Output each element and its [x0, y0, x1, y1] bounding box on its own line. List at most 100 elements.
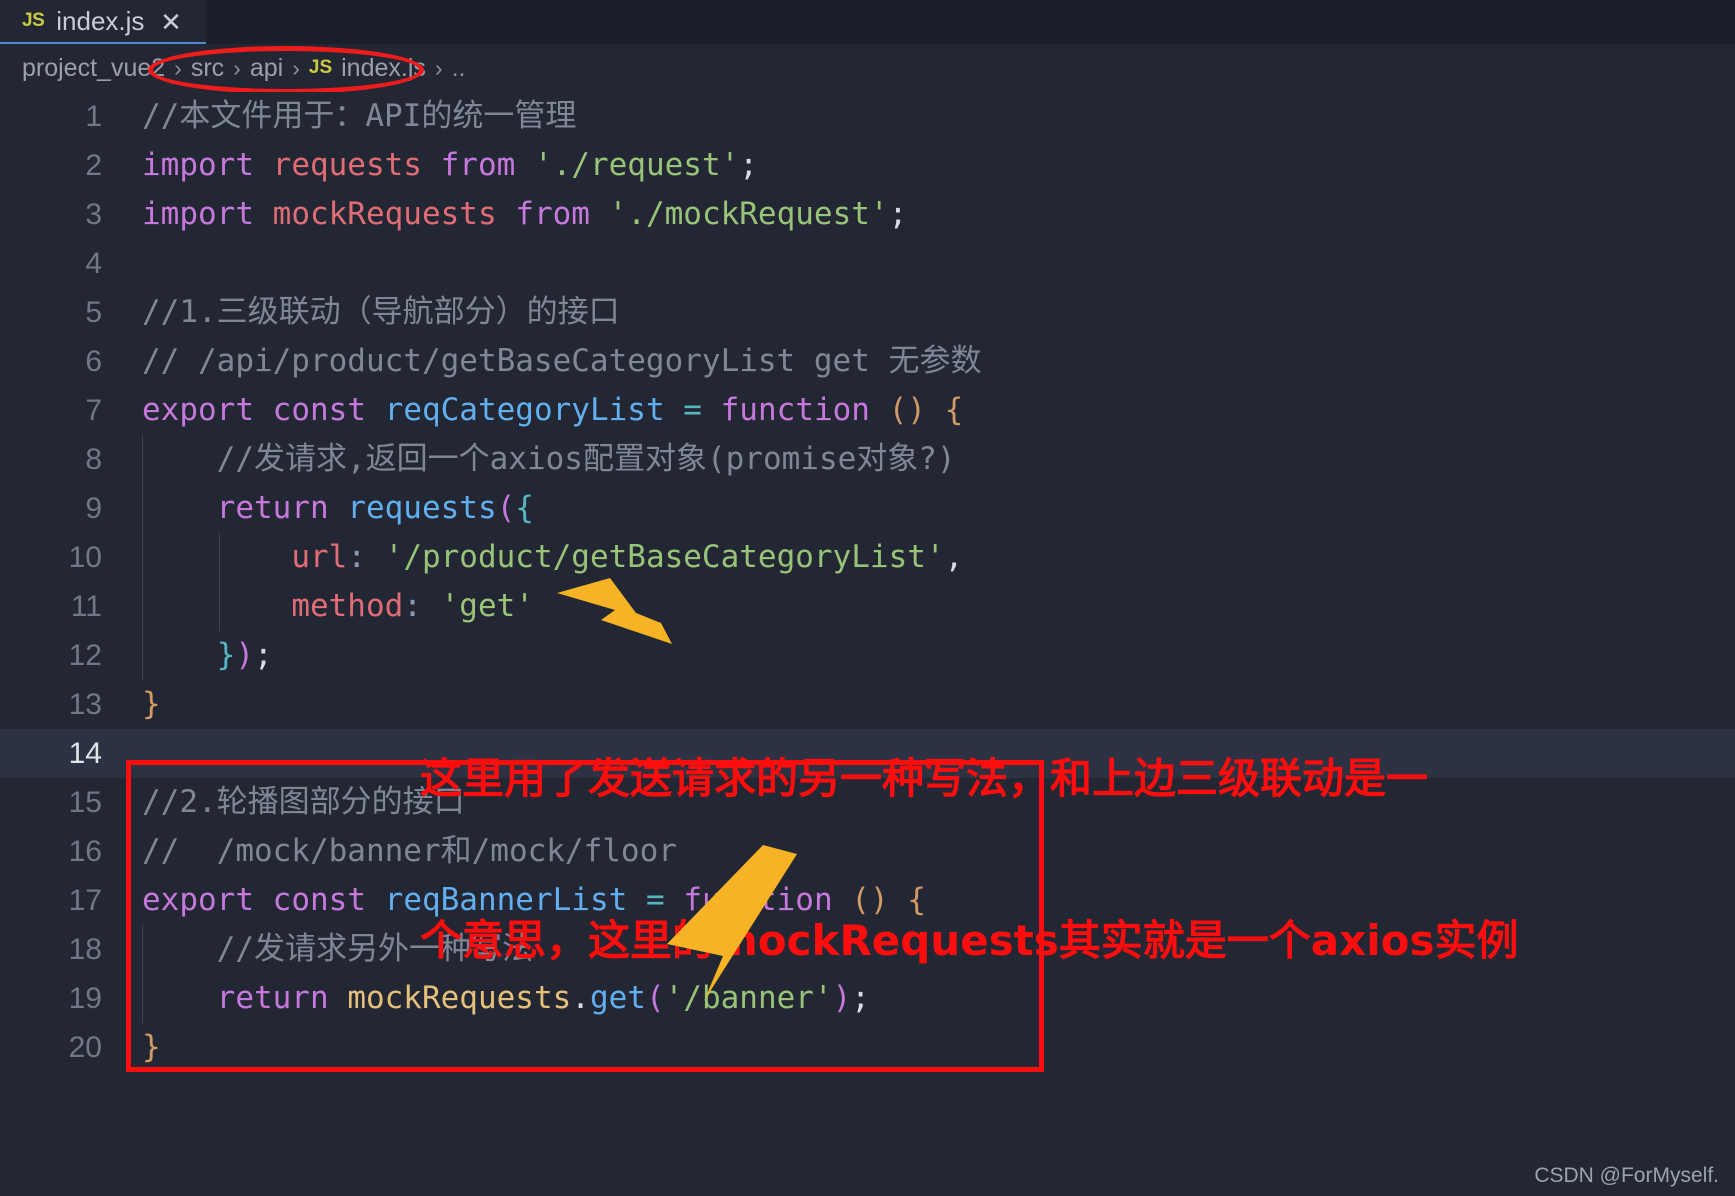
indent-guide: [142, 925, 143, 974]
object-token: mockRequests: [347, 980, 572, 1016]
editor-tab-bar: JS index.js ✕: [0, 0, 1735, 44]
punct-token: (: [645, 980, 665, 1016]
chevron-right-icon: ›: [233, 54, 241, 81]
code-line: 17 export const reqBannerList = function…: [0, 876, 1735, 925]
js-file-icon: JS: [308, 57, 333, 78]
identifier-token: mockRequests: [272, 196, 497, 232]
keyword-token: export: [142, 392, 254, 428]
line-number: 8: [85, 443, 102, 476]
string-token: '/product/getBaseCategoryList': [384, 539, 945, 575]
comment-token: //发请求另外一种写法: [216, 931, 533, 967]
comment-token: //本文件用于：API的统一管理: [142, 98, 577, 134]
comment-token: //2.轮播图部分的接口: [142, 784, 465, 820]
code-line: 19 return mockRequests.get('/banner');: [0, 974, 1735, 1023]
line-content: //1.三级联动（导航部分）的接口: [102, 288, 620, 337]
code-line: 1 //本文件用于：API的统一管理: [0, 92, 1735, 141]
line-number: 18: [68, 933, 102, 966]
line-content: return requests({: [102, 484, 534, 533]
breadcrumb-item-api[interactable]: api: [250, 54, 283, 83]
line-number: 2: [85, 149, 102, 182]
punct-token: ;: [888, 196, 908, 232]
string-token: 'get': [440, 588, 534, 624]
keyword-token: return: [216, 490, 329, 526]
line-content: //发请求另外一种写法: [102, 925, 533, 974]
line-content: //本文件用于：API的统一管理: [102, 92, 576, 141]
property-token: url: [291, 539, 348, 575]
keyword-token: return: [216, 980, 329, 1016]
property-token: method: [291, 588, 404, 624]
indent-guide: [219, 582, 220, 631]
function-name-token: reqCategoryList: [384, 392, 665, 428]
line-number: 14: [68, 737, 102, 770]
punct-token: ): [235, 637, 254, 673]
keyword-token: from: [515, 196, 590, 232]
punct-token: ;: [254, 637, 273, 673]
line-number: 17: [68, 884, 102, 917]
line-content: import requests from './request';: [102, 141, 758, 190]
code-editor[interactable]: 1 //本文件用于：API的统一管理 2 import requests fro…: [0, 92, 1735, 1196]
punct-token: }: [142, 1029, 161, 1065]
punct-token: {: [907, 882, 926, 918]
indent-guide: [142, 974, 143, 1023]
keyword-token: import: [142, 147, 254, 183]
line-number: 10: [68, 541, 102, 574]
code-line: 7 export const reqCategoryList = functio…: [0, 386, 1735, 435]
editor-tab-index-js[interactable]: JS index.js ✕: [0, 0, 206, 44]
code-line: 5 //1.三级联动（导航部分）的接口: [0, 288, 1735, 337]
comment-token: //1.三级联动（导航部分）的接口: [142, 294, 620, 330]
close-icon[interactable]: ✕: [158, 9, 184, 35]
indent-guide: [142, 484, 143, 533]
watermark: CSDN @ForMyself.: [1534, 1164, 1719, 1187]
indent-guide: [142, 435, 143, 484]
line-content: url: '/product/getBaseCategoryList',: [102, 533, 963, 582]
line-content: method: 'get': [102, 582, 534, 631]
keyword-token: function: [683, 882, 833, 918]
code-line: 6 // /api/product/getBaseCategoryList ge…: [0, 337, 1735, 386]
code-line: 18 //发请求另外一种写法: [0, 925, 1735, 974]
line-number: 15: [68, 786, 102, 819]
comment-token: //发请求,返回一个axios配置对象(promise对象?): [216, 441, 956, 477]
punct-token: ,: [944, 539, 964, 575]
line-content: return mockRequests.get('/banner');: [102, 974, 870, 1023]
punct-token: ;: [739, 147, 758, 183]
vscode-editor-window: JS index.js ✕ project_vue2 › src › api ›…: [0, 0, 1735, 1196]
operator-token: =: [683, 392, 702, 428]
punct-token: ;: [851, 980, 870, 1016]
code-line: 9 return requests({: [0, 484, 1735, 533]
line-number: 4: [85, 247, 102, 280]
keyword-token: export: [142, 882, 254, 918]
line-number: 16: [68, 835, 102, 868]
punct-token: .: [571, 980, 590, 1016]
line-content: // /api/product/getBaseCategoryList get …: [102, 337, 982, 386]
indent-guide: [142, 631, 143, 680]
comment-token: // /mock/banner和/mock/floor: [142, 833, 677, 869]
code-line: 13 }: [0, 680, 1735, 729]
punct-token: }: [216, 637, 236, 673]
js-file-icon: JS: [22, 10, 45, 31]
breadcrumb-overflow[interactable]: ..: [452, 54, 466, 83]
breadcrumb-item-project[interactable]: project_vue2: [22, 54, 165, 83]
line-content: // /mock/banner和/mock/floor: [102, 827, 677, 876]
punct-token: {: [944, 392, 964, 428]
code-line: 4: [0, 239, 1735, 288]
method-token: get: [589, 980, 646, 1016]
keyword-token: from: [440, 147, 516, 183]
chevron-right-icon: ›: [434, 54, 443, 81]
tab-title: index.js: [56, 5, 145, 36]
chevron-right-icon: ›: [292, 54, 300, 81]
line-number: 13: [68, 688, 102, 721]
breadcrumb-item-src[interactable]: src: [191, 54, 224, 83]
punct-token: :: [403, 588, 422, 624]
code-line: 3 import mockRequests from './mockReques…: [0, 190, 1735, 239]
code-line: 12 });: [0, 631, 1735, 680]
breadcrumb: project_vue2 › src › api › JS index.js ›…: [0, 44, 1735, 92]
indent-guide: [219, 533, 220, 582]
code-line: 15 //2.轮播图部分的接口: [0, 778, 1735, 827]
indent-guide: [142, 533, 143, 582]
string-token: './request': [533, 147, 740, 183]
code-line-active: 14: [0, 729, 1735, 778]
keyword-token: const: [272, 882, 366, 918]
line-content: }: [102, 680, 161, 729]
line-content: export const reqCategoryList = function …: [102, 386, 963, 435]
breadcrumb-item-file[interactable]: index.js: [341, 54, 426, 83]
